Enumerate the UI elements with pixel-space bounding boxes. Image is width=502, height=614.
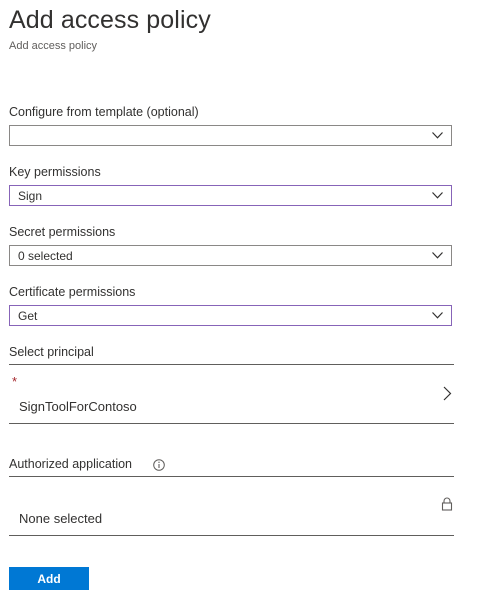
select-principal-label: Select principal <box>9 345 94 359</box>
certificate-permissions-dropdown[interactable]: Get <box>9 305 452 326</box>
select-principal-button[interactable] <box>9 366 454 423</box>
divider <box>9 535 454 536</box>
divider <box>9 423 454 424</box>
key-permissions-dropdown[interactable]: Sign <box>9 185 452 206</box>
authorized-application-label: Authorized application <box>9 457 132 471</box>
template-dropdown[interactable] <box>9 125 452 146</box>
key-permissions-label: Key permissions <box>9 165 101 179</box>
certificate-permissions-label: Certificate permissions <box>9 285 136 299</box>
certificate-permissions-value: Get <box>18 309 38 323</box>
authorized-application-value: None selected <box>19 511 103 526</box>
chevron-down-icon <box>432 252 443 259</box>
chevron-right-icon <box>443 386 452 401</box>
add-button[interactable]: Add <box>9 567 89 590</box>
chevron-down-icon <box>432 312 443 319</box>
divider <box>9 364 454 365</box>
key-permissions-value: Sign <box>18 189 43 203</box>
chevron-down-icon <box>432 132 443 139</box>
lock-icon <box>441 497 453 511</box>
principal-value: SignToolForContoso <box>19 399 137 414</box>
template-label: Configure from template (optional) <box>9 105 199 119</box>
secret-permissions-value: 0 selected <box>18 249 73 263</box>
secret-permissions-label: Secret permissions <box>9 225 116 239</box>
required-marker: * <box>12 374 18 389</box>
secret-permissions-dropdown[interactable]: 0 selected <box>9 245 452 266</box>
info-icon[interactable] <box>153 459 165 471</box>
page-title: Add access policy <box>9 6 211 34</box>
divider <box>9 476 454 477</box>
breadcrumb: Add access policy <box>9 40 98 52</box>
chevron-down-icon <box>432 192 443 199</box>
